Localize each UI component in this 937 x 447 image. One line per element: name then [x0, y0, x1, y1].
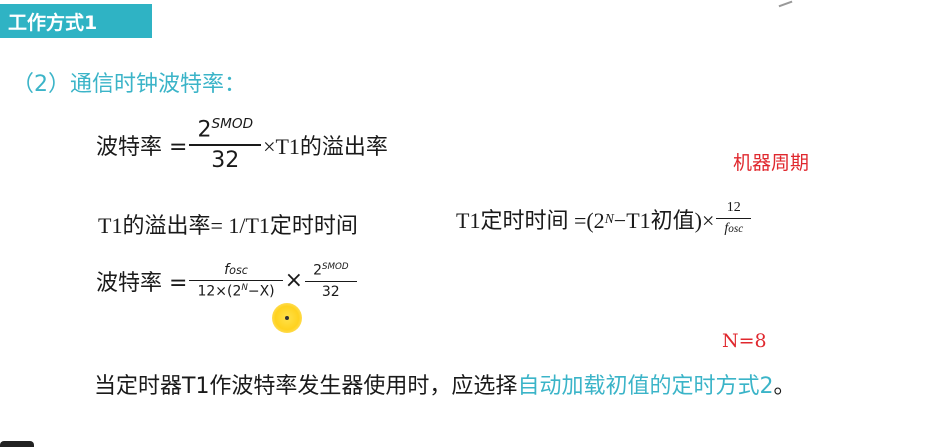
- formula4-den-a: 12×(2: [197, 283, 242, 300]
- conclusion-suffix: 。: [773, 374, 796, 399]
- formula2-text: T1的溢出率= 1/T1定时时间: [98, 213, 358, 238]
- corner-tab: [0, 441, 34, 447]
- formula3-exp: N: [604, 210, 614, 226]
- subsection-heading: （2）通信时钟波特率：: [12, 72, 246, 97]
- section-title: 工作方式1: [8, 11, 98, 34]
- formula-timer-duration: T1定时时间 =(2 N −T1初值)× 12 fosc: [456, 200, 753, 237]
- formula-baud-rate-2: 波特率 = fosc 12×(2N−X) × 2SMOD 32: [96, 262, 359, 300]
- conclusion-sentence: 当定时器T1作波特率发生器使用时，应选择自动加载初值的定时方式2。: [94, 368, 795, 400]
- formula4-fraction-b: 2SMOD 32: [305, 262, 357, 300]
- formula3-num: 12: [726, 200, 741, 215]
- formula-baud-rate-1: 波特率 = 2SMOD 32 ×T1的溢出率: [96, 116, 388, 173]
- formula3-mid: −T1初值)×: [613, 207, 715, 233]
- formula1-den: 32: [189, 144, 262, 173]
- top-edge-mark: [777, 0, 793, 8]
- formula4-num-sub: osc: [229, 264, 248, 277]
- section-title-bar: 工作方式1: [0, 4, 152, 38]
- formula1-num-exp: SMOD: [211, 116, 254, 132]
- conclusion-highlight: 自动加载初值的定时方式2: [517, 374, 774, 399]
- formula4-den2: 32: [305, 280, 357, 300]
- formula4-den-b: −X): [247, 283, 275, 300]
- note-machine-cycle: 机器周期: [733, 152, 810, 174]
- formula1-num-base: 2: [197, 117, 212, 143]
- note-n-value: N=8: [722, 330, 767, 352]
- formula4-times: ×: [284, 268, 304, 294]
- formula4-lhs: 波特率 =: [96, 270, 188, 296]
- formula1-fraction: 2SMOD 32: [189, 116, 262, 173]
- formula4-num2-exp: SMOD: [322, 262, 349, 272]
- formula3-fraction: 12 fosc: [716, 200, 752, 237]
- formula3-den-sub: osc: [728, 223, 744, 235]
- formula1-rhs: ×T1的溢出率: [263, 133, 388, 159]
- formula4-num2-base: 2: [313, 262, 323, 279]
- formula4-fraction-a: fosc 12×(2N−X): [189, 262, 283, 300]
- formula3-lhs: T1定时时间 =(2: [456, 207, 605, 233]
- formula1-lhs: 波特率 =: [96, 134, 188, 160]
- formula-overflow-rate: T1的溢出率= 1/T1定时时间: [98, 208, 358, 240]
- pointer-center: [285, 316, 289, 320]
- conclusion-prefix: 当定时器T1作波特率发生器使用时，应选择: [94, 374, 518, 399]
